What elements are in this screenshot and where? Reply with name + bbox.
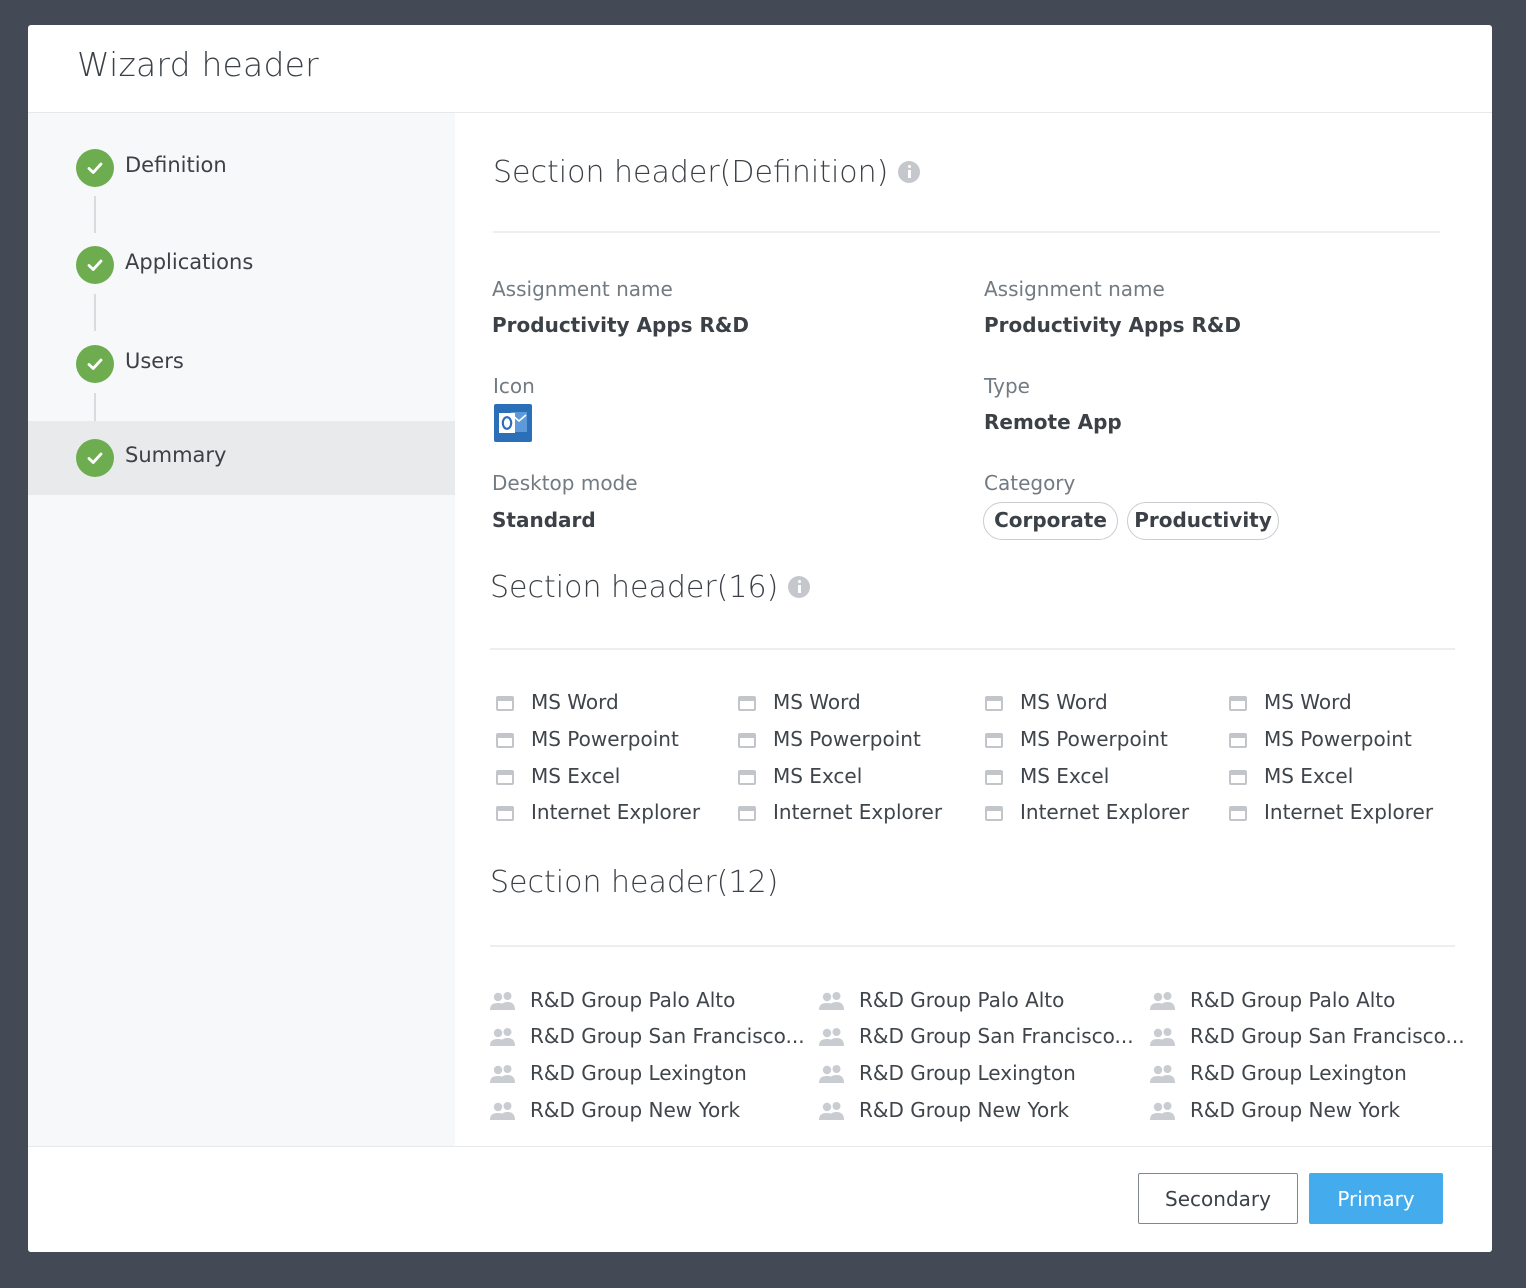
wizard-title: Wizard header [77,45,319,84]
info-icon[interactable] [788,575,811,598]
user-group-icon [490,1065,515,1083]
checkbox-icon [1229,770,1247,785]
wizard-modal: Wizard header Definition Applications Us… [28,25,1492,1252]
step-applications[interactable]: Applications [28,228,455,302]
checkbox-icon [985,733,1003,748]
groups-section-header: Section header(12) [490,865,778,900]
wizard-footer: Secondary Primary [28,1146,1492,1252]
assignment-name-label: Assignment name [492,277,673,301]
user-group-icon [1150,992,1175,1010]
step-users[interactable]: Users [28,327,455,401]
step-label: Users [125,349,184,373]
checkbox-icon [1229,696,1247,711]
user-group-icon [1150,1065,1175,1083]
wizard-header: Wizard header [28,25,1492,113]
user-group-icon [1150,1102,1175,1120]
checkbox-icon [738,806,756,821]
primary-button[interactable]: Primary [1309,1173,1443,1224]
assignment-name-value: Productivity Apps R&D [492,313,749,337]
section-title: Section header(16) [490,570,779,605]
desktop-mode-label: Desktop mode [492,471,638,495]
section-divider [490,648,1455,650]
assignment-name-value: Productivity Apps R&D [984,313,1241,337]
user-group-icon [490,1028,515,1046]
summary-content: Section header(Definition) Assignment na… [490,155,1465,1122]
step-definition[interactable]: Definition [28,131,455,205]
user-group-icon [819,1028,844,1046]
step-summary[interactable]: Summary [28,421,455,495]
checkbox-icon [738,770,756,785]
assignment-name-label: Assignment name [984,277,1165,301]
checkbox-icon [738,696,756,711]
user-group-icon [490,1102,515,1120]
type-value: Remote App [984,410,1122,434]
user-group-icon [490,992,515,1010]
category-tag-productivity: Productivity [1127,502,1279,540]
checkbox-icon [985,696,1003,711]
category-label: Category [984,471,1076,495]
wizard-steps-sidebar: Definition Applications Users Summary [28,113,455,1146]
step-label: Applications [125,250,254,274]
icon-label: Icon [493,374,535,398]
outlook-icon [494,404,532,442]
type-label: Type [984,374,1030,398]
checkbox-icon [496,733,514,748]
check-icon [76,149,114,187]
user-group-icon [1150,1028,1175,1046]
checkbox-icon [1229,806,1247,821]
checkbox-icon [496,806,514,821]
user-group-icon [819,1102,844,1120]
checkbox-icon [1229,733,1247,748]
checkbox-icon [738,733,756,748]
step-label: Summary [125,443,227,467]
checkbox-icon [496,770,514,785]
user-group-icon [819,992,844,1010]
secondary-button[interactable]: Secondary [1138,1173,1298,1224]
section-title: Section header(12) [490,865,779,900]
step-label: Definition [125,153,227,177]
applications-section-header: Section header(16) [490,570,811,605]
definition-section-header: Section header(Definition) [493,155,921,190]
section-title: Section header(Definition) [493,155,889,190]
checkbox-icon [985,770,1003,785]
info-icon[interactable] [898,160,921,183]
checkbox-icon [985,806,1003,821]
section-divider [493,231,1440,233]
check-icon [76,345,114,383]
check-icon [76,439,114,477]
section-divider [490,945,1455,947]
user-group-icon [819,1065,844,1083]
check-icon [76,246,114,284]
checkbox-icon [496,696,514,711]
desktop-mode-value: Standard [492,508,596,532]
category-tag-corporate: Corporate [983,502,1118,540]
